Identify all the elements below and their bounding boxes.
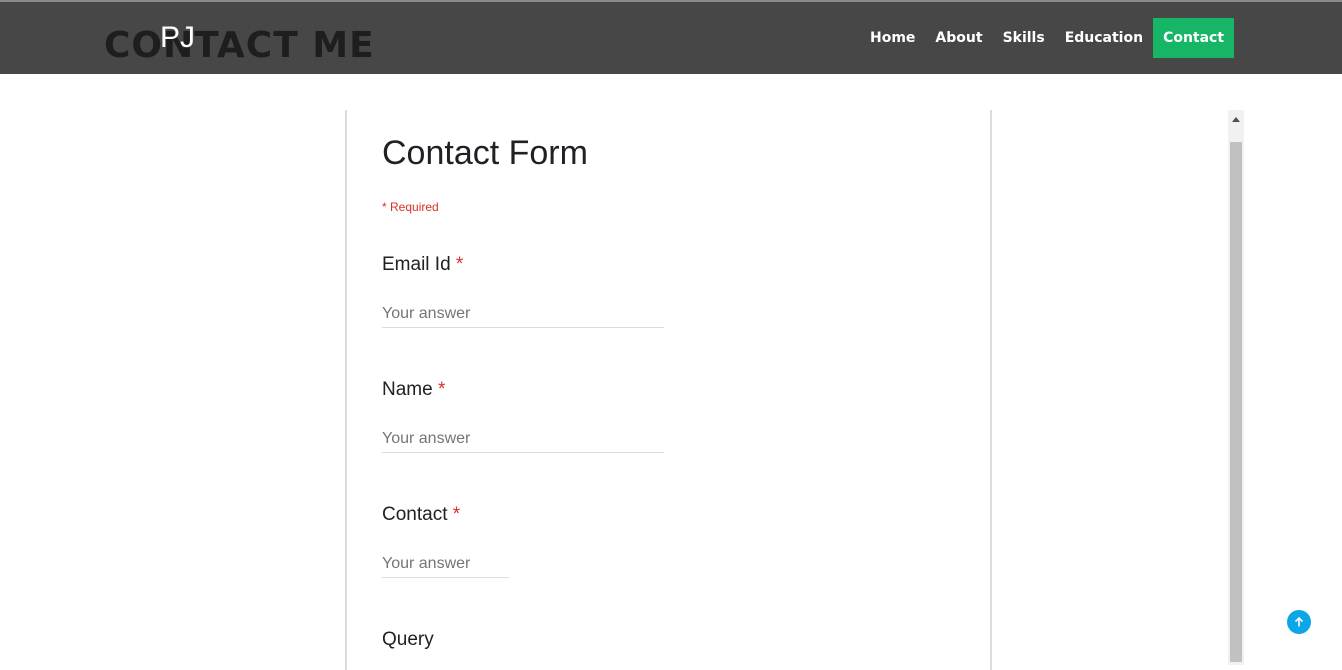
arrow-up-icon bbox=[1294, 616, 1304, 627]
section-heading: CONTACT ME bbox=[104, 25, 375, 66]
required-star: * bbox=[437, 379, 446, 400]
email-label-text: Email Id bbox=[382, 254, 451, 275]
nav-skills[interactable]: Skills bbox=[993, 18, 1055, 58]
nav-home[interactable]: Home bbox=[860, 18, 925, 58]
name-label: Name * bbox=[382, 379, 445, 401]
required-star: * bbox=[455, 254, 464, 275]
scroll-to-top-button[interactable] bbox=[1287, 610, 1311, 634]
contact-input[interactable] bbox=[382, 555, 509, 578]
email-input[interactable] bbox=[382, 305, 664, 328]
brand-logo[interactable]: PJ bbox=[160, 20, 195, 56]
contact-label: Contact * bbox=[382, 504, 460, 526]
nav-about[interactable]: About bbox=[925, 18, 992, 58]
name-input[interactable] bbox=[382, 430, 664, 453]
query-label-text: Query bbox=[382, 629, 434, 650]
triangle-up-icon bbox=[1232, 116, 1240, 122]
form-title: Contact Form bbox=[382, 134, 588, 172]
nav-education[interactable]: Education bbox=[1055, 18, 1153, 58]
contact-label-text: Contact bbox=[382, 504, 448, 525]
scroll-up-button[interactable] bbox=[1228, 110, 1244, 128]
required-star: * bbox=[452, 504, 461, 525]
form-scrollbar[interactable] bbox=[1228, 110, 1244, 665]
nav-menu: Home About Skills Education Contact bbox=[860, 18, 1235, 58]
navbar: CONTACT ME PJ Home About Skills Educatio… bbox=[0, 2, 1342, 74]
name-label-text: Name bbox=[382, 379, 433, 400]
scrollbar-thumb[interactable] bbox=[1230, 142, 1242, 662]
required-note: * Required bbox=[382, 200, 439, 214]
nav-contact[interactable]: Contact bbox=[1153, 18, 1235, 58]
embedded-form: Contact Form * Required Email Id * Name … bbox=[345, 110, 992, 670]
email-label: Email Id * bbox=[382, 254, 463, 276]
query-label: Query bbox=[382, 629, 434, 651]
